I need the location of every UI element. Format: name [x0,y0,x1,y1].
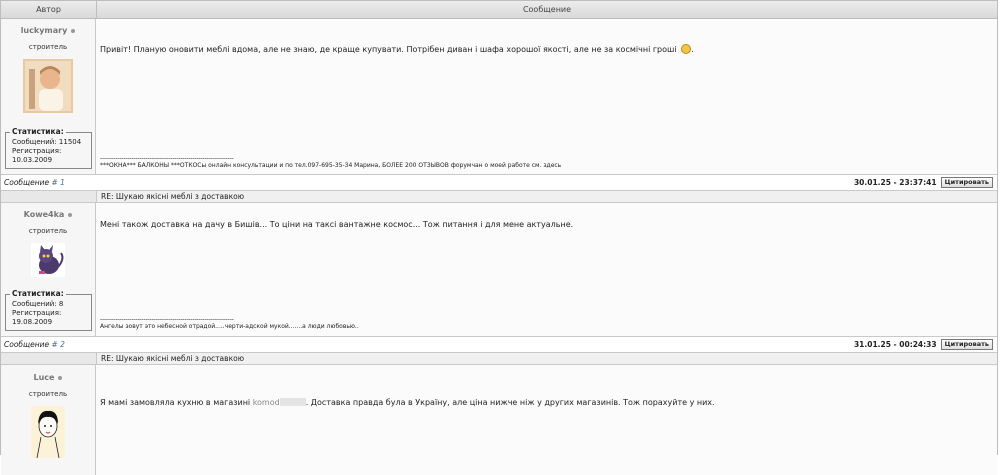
stats-messages: Сообщений: 8 [12,300,64,308]
post-2: Kowe4ka строитель Статистика: Сообщений:… [1,203,997,337]
post-subject-row: RE: Шукаю якісні меблі з доставкою [1,191,997,203]
redacted-text [279,398,306,406]
author-column-header: Автор [1,1,97,18]
message-column-header: Сообщение [522,5,572,14]
forum-thread: Автор Сообщение luckymary строитель Стат… [0,0,998,475]
quote-button[interactable]: Цитировать [940,339,993,350]
user-stats: Статистика: Сообщений: 8 Регистрация: 19… [5,289,92,331]
signature-text[interactable]: ***ОКНА*** БАЛКОНЫ ***ОТКОСы онлайн конс… [100,162,561,169]
stats-legend: Статистика: [10,289,66,298]
author-panel: Kowe4ka строитель Статистика: Сообщений:… [1,203,96,336]
post-3: Luce строитель Я мамі замовляла кухню в … [1,365,997,475]
stats-reg-label: Регистрация: [12,147,62,155]
subject-spacer [1,353,97,364]
stats-reg-date: 19.08.2009 [12,318,53,326]
message-body: Привіт! Планую оновити меблі вдома, але … [96,19,997,174]
stats-messages: Сообщений: 11504 [12,138,82,146]
shop-link[interactable]: komod [253,398,280,407]
post-footer: Сообщение # 2 31.01.25 - 00:24:33 Цитиро… [1,337,997,353]
signature-divider: ----------------------------------------… [100,155,234,162]
author-panel: luckymary строитель Статистика: Сообщени… [1,19,96,174]
stats-reg-label: Регистрация: [12,309,62,317]
author-name[interactable]: Kowe4ka [1,210,95,219]
avatar[interactable] [31,406,65,458]
post-date: 30.01.25 - 23:37:41 [853,178,937,187]
author-panel: Luce строитель [1,365,96,475]
post-label: Сообщение # 1 [4,178,65,187]
post-1: luckymary строитель Статистика: Сообщени… [1,19,997,175]
signature-text: Ангелы зовут это небесной отрадой.....че… [100,323,359,330]
post-label: Сообщение # 2 [4,340,65,349]
signature-divider: ----------------------------------------… [100,316,234,323]
signature: ----------------------------------------… [100,155,561,169]
quote-button[interactable]: Цитировать [940,177,993,188]
post-subject: RE: Шукаю якісні меблі з доставкою [97,191,997,202]
author-rank: строитель [28,43,68,51]
avatar[interactable] [31,243,65,277]
message-body: Мені також доставка на дачу в Бишів... Т… [96,203,997,336]
author-name[interactable]: luckymary [1,26,95,35]
status-dot-icon [58,375,63,380]
post-permalink[interactable]: # 2 [52,340,65,349]
avatar[interactable] [23,59,73,113]
status-dot-icon [71,28,76,33]
message-text: Я мамі замовляла кухню в магазині komod.… [100,398,715,407]
user-stats: Статистика: Сообщений: 11504 Регистрация… [5,127,92,169]
subject-spacer [1,191,97,202]
signature: ----------------------------------------… [100,316,359,330]
post-permalink[interactable]: # 1 [52,178,65,187]
stats-reg-date: 10.03.2009 [12,156,53,164]
post-subject: RE: Шукаю якісні меблі з доставкою [97,353,997,364]
author-name[interactable]: Luce [1,373,95,382]
author-rank: строитель [28,390,68,398]
message-body: Я мамі замовляла кухню в магазині komod.… [96,365,997,475]
message-text: Привіт! Планую оновити меблі вдома, але … [100,44,694,54]
author-rank: строитель [28,227,68,235]
table-header: Автор Сообщение [1,1,997,19]
post-subject-row: RE: Шукаю якісні меблі з доставкою [1,353,997,365]
post-footer: Сообщение # 1 30.01.25 - 23:37:41 Цитиро… [1,175,997,191]
post-date: 31.01.25 - 00:24:33 [853,340,937,349]
smile-icon [681,44,692,54]
stats-legend: Статистика: [10,127,66,136]
message-text: Мені також доставка на дачу в Бишів... Т… [100,220,574,229]
status-dot-icon [68,212,73,217]
